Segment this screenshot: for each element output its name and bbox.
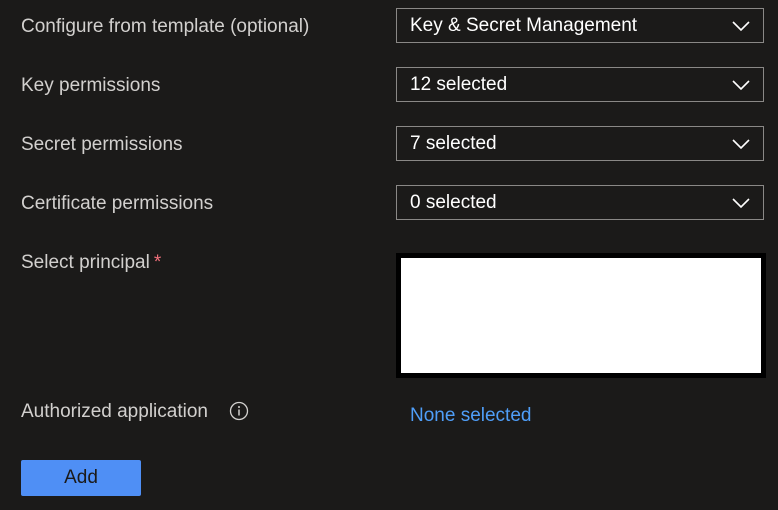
key-permissions-label: Key permissions	[21, 75, 161, 96]
template-dropdown[interactable]: Key & Secret Management	[396, 8, 764, 43]
certificate-permissions-value: 0 selected	[410, 192, 497, 213]
authorized-application-label: Authorized application	[21, 401, 208, 422]
add-access-policy-form: Configure from template (optional) Key &…	[0, 0, 778, 510]
certificate-permissions-label: Certificate permissions	[21, 193, 214, 214]
principal-selector[interactable]	[396, 253, 766, 378]
principal-selector-area[interactable]	[401, 258, 761, 373]
key-permissions-dropdown[interactable]: 12 selected	[396, 67, 764, 102]
chevron-down-icon	[732, 198, 750, 209]
add-button[interactable]: Add	[21, 460, 141, 496]
chevron-down-icon	[732, 139, 750, 150]
template-dropdown-value: Key & Secret Management	[410, 15, 638, 36]
chevron-down-icon	[732, 80, 750, 91]
select-principal-label: Select principal *	[21, 251, 161, 275]
secret-permissions-dropdown[interactable]: 7 selected	[396, 126, 764, 161]
secret-permissions-label: Secret permissions	[21, 134, 183, 155]
required-asterisk: *	[153, 252, 162, 273]
key-permissions-value: 12 selected	[410, 74, 508, 95]
info-icon[interactable]	[229, 401, 249, 421]
chevron-down-icon	[732, 21, 750, 32]
select-principal-text: Select principal	[21, 252, 150, 273]
secret-permissions-value: 7 selected	[410, 133, 497, 154]
template-label: Configure from template (optional)	[21, 16, 310, 37]
authorized-application-link[interactable]: None selected	[410, 404, 531, 428]
certificate-permissions-dropdown[interactable]: 0 selected	[396, 185, 764, 220]
